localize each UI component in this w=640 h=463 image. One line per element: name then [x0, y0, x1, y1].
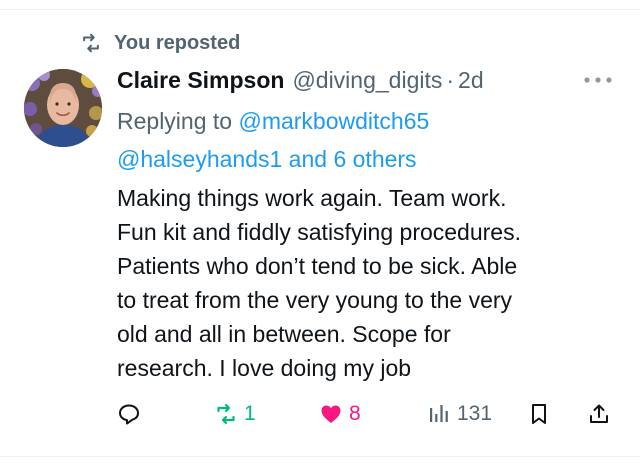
like-button[interactable]: 8: [319, 398, 361, 430]
repost-count: 1: [244, 402, 256, 425]
post-timestamp[interactable]: 2d: [458, 67, 484, 94]
more-icon: [584, 77, 612, 83]
repost-icon: [83, 33, 99, 53]
like-count: 8: [349, 402, 361, 425]
profile-photo: [24, 69, 102, 147]
author-handle[interactable]: @diving_digits: [292, 67, 442, 94]
views-button[interactable]: 131: [427, 398, 492, 430]
author-name[interactable]: Claire Simpson: [117, 67, 284, 94]
repost-banner-text: You reposted: [114, 31, 241, 54]
separator-dot: ·: [446, 66, 455, 93]
post-line: Fun kit and fiddly satisfying procedures…: [117, 219, 521, 245]
post-line: Patients who don’t tend to be sick. Able: [117, 253, 518, 279]
repost-button[interactable]: 1: [214, 398, 256, 430]
post-text: Making things work again. Team work. Fun…: [117, 181, 617, 385]
post-line: to treat from the very young to the very: [117, 287, 513, 313]
share-icon: [590, 404, 608, 423]
repost-banner[interactable]: You reposted: [80, 30, 240, 56]
heart-icon: [321, 405, 341, 423]
others-link[interactable]: 6 others: [333, 146, 416, 172]
more-options-button[interactable]: [580, 67, 616, 93]
share-button[interactable]: [587, 398, 611, 430]
top-divider: [0, 9, 640, 10]
mention-joiner: and: [282, 146, 334, 172]
post-line: research. I love doing my job: [117, 355, 412, 381]
avatar[interactable]: [24, 69, 102, 147]
views-icon: [430, 405, 448, 422]
repost-icon: [217, 403, 235, 425]
reply-button[interactable]: [117, 398, 147, 430]
view-count: 131: [457, 402, 493, 425]
bookmark-icon: [532, 404, 546, 424]
mention-link-2[interactable]: @halseyhands1: [117, 146, 282, 172]
post-header: Claire Simpson @diving_digits · 2d: [117, 64, 484, 96]
bottom-divider: [0, 456, 640, 457]
action-bar: 1 8 131: [117, 398, 617, 430]
bookmark-button[interactable]: [527, 398, 551, 430]
replying-to-label: Replying to: [117, 108, 239, 134]
reply-icon: [119, 404, 139, 425]
post-line: Making things work again. Team work.: [117, 185, 507, 211]
replying-to: Replying to @markbowditch65 @halseyhands…: [117, 102, 597, 178]
post-line: old and all in between. Scope for: [117, 321, 451, 347]
mention-link-1[interactable]: @markbowditch65: [238, 108, 429, 134]
